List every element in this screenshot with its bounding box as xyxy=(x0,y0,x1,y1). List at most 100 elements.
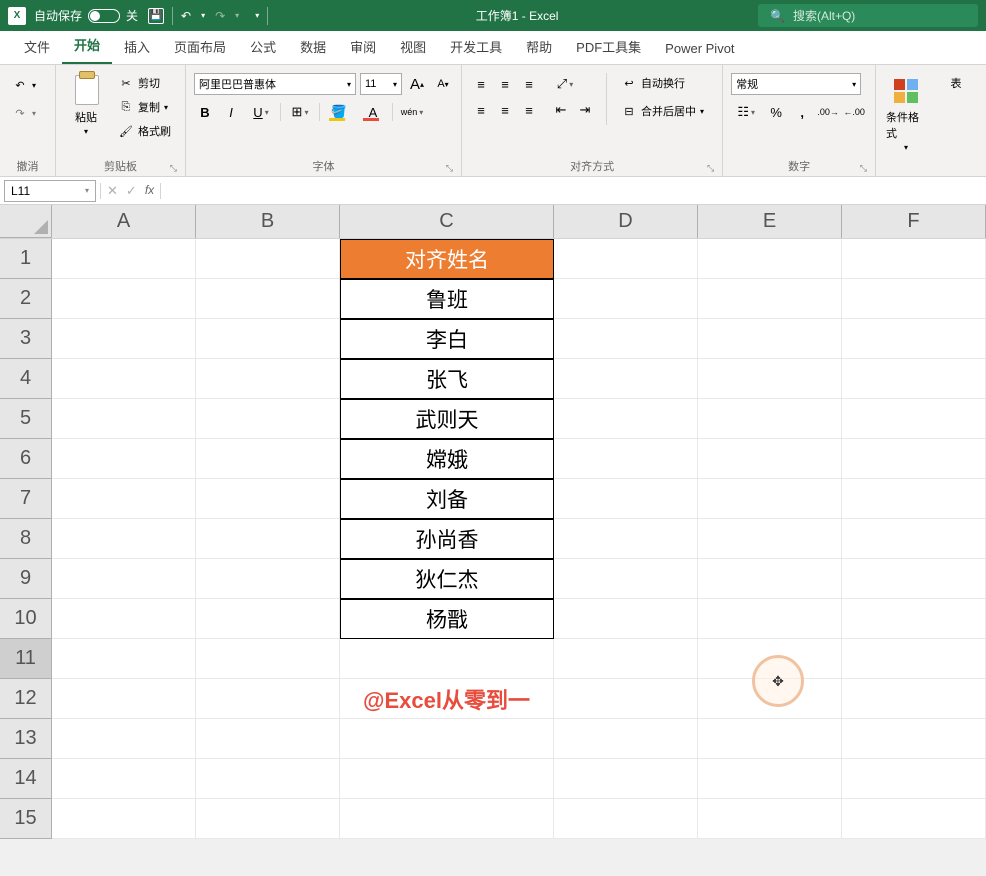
align-top-button[interactable]: ≡ xyxy=(470,73,492,95)
tab-home[interactable]: 开始 xyxy=(62,27,112,64)
cell-C2[interactable]: 鲁班 xyxy=(340,279,554,319)
font-size-select[interactable]: 11▾ xyxy=(360,73,402,95)
increase-font-button[interactable]: A▴ xyxy=(406,73,428,95)
cell-A2[interactable] xyxy=(52,279,196,319)
align-center-button[interactable]: ≡ xyxy=(494,99,516,121)
row-header[interactable]: 14 xyxy=(0,759,52,799)
cell-D1[interactable] xyxy=(554,239,698,279)
cell-F12[interactable] xyxy=(842,679,986,719)
cell-B7[interactable] xyxy=(196,479,340,519)
cell-D12[interactable] xyxy=(554,679,698,719)
cell-C6[interactable]: 嫦娥 xyxy=(340,439,554,479)
percent-button[interactable]: % xyxy=(765,101,787,123)
row-header[interactable]: 1 xyxy=(0,239,52,279)
cell-C8[interactable]: 孙尚香 xyxy=(340,519,554,559)
increase-indent-button[interactable]: ⇥ xyxy=(574,99,596,121)
cell-B12[interactable] xyxy=(196,679,340,719)
cell-D3[interactable] xyxy=(554,319,698,359)
align-right-button[interactable]: ≡ xyxy=(518,99,540,121)
wrap-text-button[interactable]: ↩自动换行 xyxy=(617,73,708,93)
undo-dropdown-icon[interactable]: ▾ xyxy=(201,11,205,20)
cell-A7[interactable] xyxy=(52,479,196,519)
cell-B3[interactable] xyxy=(196,319,340,359)
cell-C10[interactable]: 杨戬 xyxy=(340,599,554,639)
cancel-formula-icon[interactable]: ✕ xyxy=(107,183,118,199)
cell-B1[interactable] xyxy=(196,239,340,279)
cell-B13[interactable] xyxy=(196,719,340,759)
toggle-switch-icon[interactable] xyxy=(88,9,120,23)
cell-B2[interactable] xyxy=(196,279,340,319)
dialog-launcher-icon[interactable]: ⤡ xyxy=(170,163,177,174)
cell-C4[interactable]: 张飞 xyxy=(340,359,554,399)
cell-A13[interactable] xyxy=(52,719,196,759)
cell-D14[interactable] xyxy=(554,759,698,799)
cell-C15[interactable] xyxy=(340,799,554,839)
cell-B6[interactable] xyxy=(196,439,340,479)
decrease-indent-button[interactable]: ⇤ xyxy=(550,99,572,121)
tab-pagelayout[interactable]: 页面布局 xyxy=(162,29,238,64)
cell-D8[interactable] xyxy=(554,519,698,559)
row-header[interactable]: 10 xyxy=(0,599,52,639)
cell-C11[interactable] xyxy=(340,639,554,679)
cell-D11[interactable] xyxy=(554,639,698,679)
row-header[interactable]: 2 xyxy=(0,279,52,319)
font-name-select[interactable]: 阿里巴巴普惠体▾ xyxy=(194,73,356,95)
col-header-C[interactable]: C xyxy=(340,205,554,238)
qat-customize-icon[interactable]: ▾ xyxy=(255,11,259,20)
cell-E8[interactable] xyxy=(698,519,842,559)
redo-button[interactable]: ↷ xyxy=(215,9,225,23)
cell-F9[interactable] xyxy=(842,559,986,599)
tab-view[interactable]: 视图 xyxy=(388,29,438,64)
save-button[interactable]: 💾 xyxy=(148,8,164,24)
redo-button[interactable]: ↷▾ xyxy=(8,103,40,123)
tab-powerpivot[interactable]: Power Pivot xyxy=(653,33,746,64)
align-bottom-button[interactable]: ≡ xyxy=(518,73,540,95)
orientation-button[interactable]: ⤢ xyxy=(550,73,580,95)
cell-E3[interactable] xyxy=(698,319,842,359)
insert-function-button[interactable]: fx xyxy=(145,183,154,199)
col-header-E[interactable]: E xyxy=(698,205,842,238)
cell-F15[interactable] xyxy=(842,799,986,839)
cell-E5[interactable] xyxy=(698,399,842,439)
cell-C5[interactable]: 武则天 xyxy=(340,399,554,439)
tab-help[interactable]: 帮助 xyxy=(514,29,564,64)
align-left-button[interactable]: ≡ xyxy=(470,99,492,121)
dialog-launcher-icon[interactable]: ⤡ xyxy=(707,163,714,174)
cell-C7[interactable]: 刘备 xyxy=(340,479,554,519)
cell-B14[interactable] xyxy=(196,759,340,799)
cell-D7[interactable] xyxy=(554,479,698,519)
col-header-F[interactable]: F xyxy=(842,205,986,238)
row-header[interactable]: 13 xyxy=(0,719,52,759)
tab-data[interactable]: 数据 xyxy=(288,29,338,64)
row-header[interactable]: 4 xyxy=(0,359,52,399)
cell-A1[interactable] xyxy=(52,239,196,279)
cell-D5[interactable] xyxy=(554,399,698,439)
cell-E13[interactable] xyxy=(698,719,842,759)
conditional-format-button[interactable]: 条件格式 ▾ xyxy=(884,73,928,154)
tab-developer[interactable]: 开发工具 xyxy=(438,29,514,64)
cell-B5[interactable] xyxy=(196,399,340,439)
cell-F2[interactable] xyxy=(842,279,986,319)
undo-button[interactable]: ↶ xyxy=(181,9,191,23)
cell-C3[interactable]: 李白 xyxy=(340,319,554,359)
number-format-select[interactable]: 常规▾ xyxy=(731,73,861,95)
cell-D6[interactable] xyxy=(554,439,698,479)
cell-F7[interactable] xyxy=(842,479,986,519)
phonetic-button[interactable]: wén xyxy=(397,101,427,123)
cell-D4[interactable] xyxy=(554,359,698,399)
cell-B15[interactable] xyxy=(196,799,340,839)
cell-B4[interactable] xyxy=(196,359,340,399)
tab-file[interactable]: 文件 xyxy=(12,29,62,64)
cell-C12[interactable]: @Excel从零到一 xyxy=(340,679,554,719)
cell-E9[interactable] xyxy=(698,559,842,599)
cell-A8[interactable] xyxy=(52,519,196,559)
cell-B8[interactable] xyxy=(196,519,340,559)
format-table-button[interactable]: 表 xyxy=(934,73,978,93)
accounting-format-button[interactable]: ☷ xyxy=(731,101,761,123)
decrease-decimal-button[interactable]: ←.00 xyxy=(843,101,865,123)
cell-F4[interactable] xyxy=(842,359,986,399)
cell-A6[interactable] xyxy=(52,439,196,479)
tab-review[interactable]: 审阅 xyxy=(338,29,388,64)
cell-F14[interactable] xyxy=(842,759,986,799)
cell-E14[interactable] xyxy=(698,759,842,799)
